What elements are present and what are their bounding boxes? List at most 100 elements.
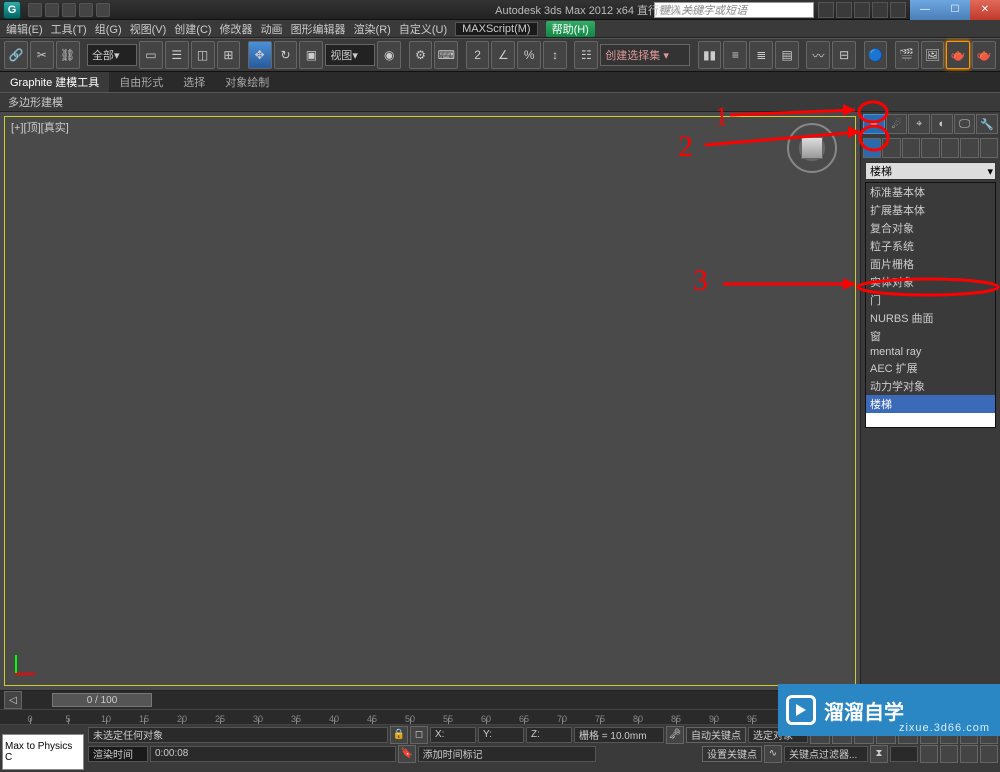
- material-editor-icon[interactable]: 🔵: [864, 41, 888, 69]
- infocenter-icon[interactable]: [818, 2, 834, 18]
- menu-tools[interactable]: 工具(T): [51, 21, 87, 37]
- tag-icon[interactable]: 🔖: [398, 745, 416, 763]
- ribbon-sub-label[interactable]: 多边形建模: [8, 94, 63, 110]
- snappercent-icon[interactable]: %: [517, 41, 541, 69]
- cameras-subtab-icon[interactable]: [921, 138, 939, 158]
- fav-icon[interactable]: [854, 2, 870, 18]
- minimize-button[interactable]: —: [910, 0, 940, 20]
- ribbon-toggle-icon[interactable]: ▤: [775, 41, 799, 69]
- scale-icon[interactable]: ▣: [299, 41, 323, 69]
- mirror-icon[interactable]: ▮▮: [698, 41, 722, 69]
- ribbon-tab-select[interactable]: 选择: [173, 72, 215, 92]
- key-icon[interactable]: 🗝: [666, 726, 684, 744]
- viewport[interactable]: [+][顶][真实]: [4, 116, 856, 686]
- nav-orbit-icon[interactable]: [960, 745, 978, 763]
- timeconfig-icon[interactable]: ⧗: [870, 745, 888, 763]
- category-item[interactable]: 面片栅格: [866, 255, 995, 273]
- selection-filter-dropdown[interactable]: 全部 ▾: [87, 44, 137, 66]
- menu-help[interactable]: 帮助(H): [546, 21, 595, 37]
- menu-view[interactable]: 视图(V): [130, 21, 167, 37]
- category-item[interactable]: 动力学对象: [866, 377, 995, 395]
- category-item[interactable]: 标准基本体: [866, 183, 995, 201]
- geometry-subtab-icon[interactable]: [863, 138, 881, 158]
- category-item[interactable]: 粒子系统: [866, 237, 995, 255]
- center-icon[interactable]: ◉: [377, 41, 401, 69]
- snapangle-icon[interactable]: ∠: [491, 41, 515, 69]
- frame-field[interactable]: [890, 746, 918, 762]
- motion-tab-icon[interactable]: ◐: [931, 114, 953, 134]
- nav-pan-icon[interactable]: [920, 745, 938, 763]
- select-name-icon[interactable]: ☰: [165, 41, 189, 69]
- qa-undo-icon[interactable]: [79, 3, 93, 17]
- helpers-subtab-icon[interactable]: [941, 138, 959, 158]
- menu-render[interactable]: 渲染(R): [354, 21, 391, 37]
- namedset-icon[interactable]: ☷: [574, 41, 598, 69]
- time-prev-icon[interactable]: ◁: [4, 691, 22, 709]
- qa-save-icon[interactable]: [62, 3, 76, 17]
- maxscript-mini-listener[interactable]: Max to Physics C: [2, 734, 84, 770]
- spinner-icon[interactable]: ↕: [543, 41, 567, 69]
- comm-icon[interactable]: [836, 2, 852, 18]
- category-item[interactable]: 窗: [866, 327, 995, 345]
- category-item[interactable]: 实体对象: [866, 273, 995, 291]
- rendered-frame-icon[interactable]: 🖼: [921, 41, 945, 69]
- schematic-icon[interactable]: ⊟: [832, 41, 856, 69]
- qa-new-icon[interactable]: [28, 3, 42, 17]
- category-item[interactable]: 复合对象: [866, 219, 995, 237]
- render-setup-icon[interactable]: 🎬: [895, 41, 919, 69]
- nav-walk-icon[interactable]: [940, 745, 958, 763]
- category-item[interactable]: 楼梯: [866, 395, 995, 413]
- render-icon[interactable]: 🫖: [946, 41, 970, 69]
- display-tab-icon[interactable]: 🖵: [954, 114, 976, 134]
- help-search-input[interactable]: 键入关键字或短语: [654, 2, 814, 18]
- bind-icon[interactable]: ⛓: [56, 41, 80, 69]
- menu-maxscript[interactable]: MAXScript(M): [455, 22, 537, 36]
- select-region-icon[interactable]: ◫: [191, 41, 215, 69]
- create-tab-icon[interactable]: ✦: [863, 114, 885, 134]
- help-icon[interactable]: [872, 2, 888, 18]
- ribbon-tab-paint[interactable]: 对象绘制: [215, 72, 279, 92]
- category-item[interactable]: NURBS 曲面: [866, 309, 995, 327]
- refcoord-dropdown[interactable]: 视图 ▾: [325, 44, 375, 66]
- ribbon-tab-freeform[interactable]: 自由形式: [109, 72, 173, 92]
- move-icon[interactable]: ✥: [248, 41, 272, 69]
- menu-edit[interactable]: 编辑(E): [6, 21, 43, 37]
- add-time-marker[interactable]: 添加时间标记: [418, 746, 596, 762]
- isolate-icon[interactable]: ◻: [410, 726, 428, 744]
- keymode-icon[interactable]: ∿: [764, 745, 782, 763]
- viewcube-cube-icon[interactable]: [801, 137, 823, 159]
- keyboard-icon[interactable]: ⌨: [434, 41, 458, 69]
- spacewarps-subtab-icon[interactable]: [960, 138, 978, 158]
- link-icon[interactable]: 🔗: [4, 41, 28, 69]
- menu-animation[interactable]: 动画: [261, 21, 283, 37]
- ribbon-tab-graphite[interactable]: Graphite 建模工具: [0, 72, 109, 92]
- manip-icon[interactable]: ⚙: [409, 41, 433, 69]
- lights-subtab-icon[interactable]: [902, 138, 920, 158]
- dropdown-icon[interactable]: [890, 2, 906, 18]
- geometry-category-dropdown[interactable]: 楼梯: [865, 162, 996, 180]
- systems-subtab-icon[interactable]: [980, 138, 998, 158]
- category-item[interactable]: AEC 扩展: [866, 359, 995, 377]
- menu-create[interactable]: 创建(C): [174, 21, 211, 37]
- align-icon[interactable]: ≡: [723, 41, 747, 69]
- modify-tab-icon[interactable]: ☄: [886, 114, 908, 134]
- utilities-tab-icon[interactable]: 🔧: [976, 114, 998, 134]
- viewport-area[interactable]: [+][顶][真实]: [0, 112, 860, 690]
- time-slider-handle[interactable]: 0 / 100: [52, 693, 152, 707]
- maximize-button[interactable]: ☐: [940, 0, 970, 20]
- namedset-dropdown[interactable]: 创建选择集 ▾: [600, 44, 690, 66]
- render-prod-icon[interactable]: 🫖: [972, 41, 996, 69]
- menu-customize[interactable]: 自定义(U): [399, 21, 447, 37]
- hierarchy-tab-icon[interactable]: ⌖: [908, 114, 930, 134]
- set-key-button[interactable]: 设置关键点: [702, 746, 762, 762]
- lock-icon[interactable]: 🔒: [390, 726, 408, 744]
- menu-group[interactable]: 组(G): [95, 21, 122, 37]
- viewport-label[interactable]: [+][顶][真实]: [11, 119, 69, 135]
- nav-maximize-icon[interactable]: [980, 745, 998, 763]
- coord-y[interactable]: Y:: [478, 727, 524, 743]
- unlink-icon[interactable]: ✂: [30, 41, 54, 69]
- rotate-icon[interactable]: ↻: [274, 41, 298, 69]
- auto-key-button[interactable]: 自动关键点: [686, 727, 746, 743]
- app-icon[interactable]: G: [3, 1, 21, 19]
- coord-z[interactable]: Z:: [526, 727, 572, 743]
